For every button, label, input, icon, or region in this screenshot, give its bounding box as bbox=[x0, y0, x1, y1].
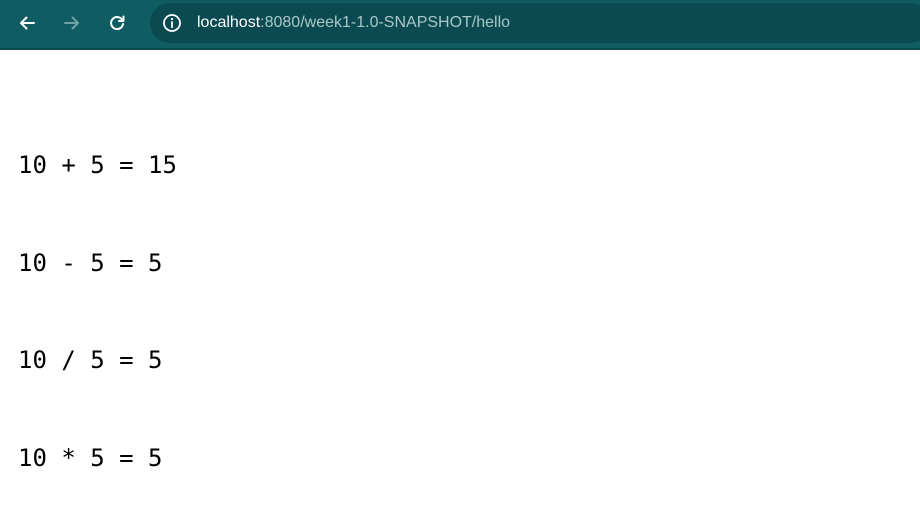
page-content: 10 + 5 = 15 10 - 5 = 5 10 / 5 = 5 10 * 5… bbox=[18, 84, 177, 507]
result-line-add: 10 + 5 = 15 bbox=[18, 151, 177, 179]
site-info-button[interactable] bbox=[161, 12, 183, 34]
result-line-multiply: 10 * 5 = 5 bbox=[18, 443, 163, 472]
browser-toolbar: localhost:8080/week1-1.0-SNAPSHOT/hello bbox=[0, 0, 920, 50]
info-circle-icon bbox=[163, 14, 181, 32]
reload-button[interactable] bbox=[102, 8, 132, 38]
url-text[interactable]: localhost:8080/week1-1.0-SNAPSHOT/hello bbox=[197, 13, 510, 33]
address-bar[interactable]: localhost:8080/week1-1.0-SNAPSHOT/hello bbox=[150, 3, 920, 43]
back-button[interactable] bbox=[12, 8, 42, 38]
result-line-divide: 10 / 5 = 5 bbox=[18, 346, 163, 374]
result-line-subtract: 10 - 5 = 5 bbox=[18, 248, 163, 277]
url-path: :8080/week1-1.0-SNAPSHOT/hello bbox=[260, 14, 511, 31]
reload-icon bbox=[110, 15, 125, 31]
arrow-right-icon bbox=[64, 16, 79, 30]
url-host: localhost bbox=[197, 14, 261, 31]
arrow-left-icon bbox=[20, 16, 35, 30]
forward-button[interactable] bbox=[57, 8, 87, 38]
